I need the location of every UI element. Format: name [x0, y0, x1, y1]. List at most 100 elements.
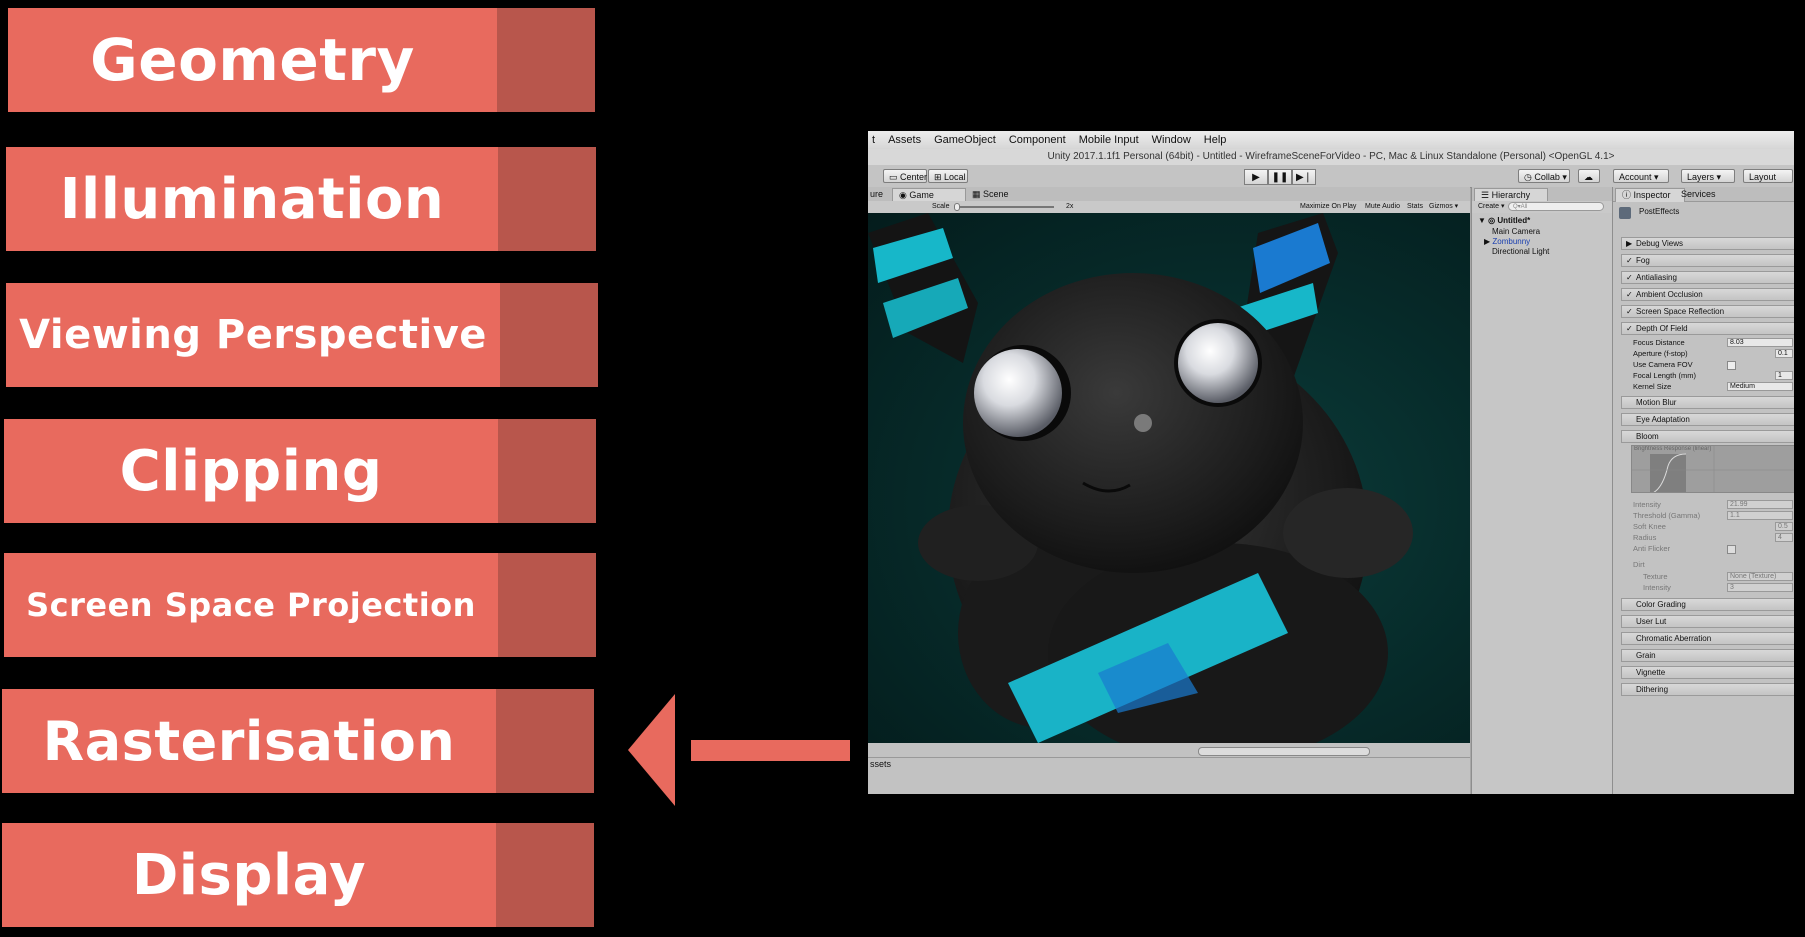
pause-button[interactable]: ❚❚ [1268, 169, 1292, 185]
checkbox[interactable]: ✓ [1626, 306, 1636, 317]
stage-label: Geometry [90, 26, 415, 94]
checkbox[interactable]: ✓ [1626, 272, 1636, 283]
cloud-button[interactable]: ☁ [1578, 169, 1600, 183]
step-button[interactable]: ▶❘ [1292, 169, 1316, 185]
hierarchy-search-row: Create ▾ Q▾All [1472, 201, 1612, 213]
prop-value-field[interactable]: 1.1 [1727, 511, 1793, 520]
tab-hierarchy-label: Hierarchy [1491, 190, 1531, 200]
bloom-curve [1632, 446, 1794, 492]
menu-help[interactable]: Help [1204, 134, 1227, 146]
scene-row[interactable]: ▼ ◎ Untitled* [1478, 215, 1530, 226]
create-dropdown[interactable]: Create ▾ [1478, 201, 1504, 213]
prop-value-field[interactable]: 4 [1775, 533, 1793, 542]
tab-services[interactable]: Services [1675, 188, 1722, 201]
effect-ssr[interactable]: ✓ Screen Space Reflection [1621, 305, 1794, 318]
effect-label: Screen Space Reflection [1636, 307, 1725, 316]
effect-debug-views[interactable]: ▶ Debug Views [1621, 237, 1794, 250]
effect-bloom[interactable]: Bloom [1621, 430, 1794, 443]
game-panel: ure ◉ Game ▦ Scene Scale 2x Maximize On … [868, 187, 1470, 794]
menu-assets[interactable]: Assets [888, 134, 921, 146]
menu-window[interactable]: Window [1152, 134, 1191, 146]
stage-rasterisation: Rasterisation [2, 689, 594, 793]
checkbox[interactable] [1727, 545, 1736, 554]
scale-slider-thumb[interactable] [954, 203, 960, 211]
inspector-panel: ⓘ Inspector Services PostEffects ▶ Debug … [1612, 187, 1794, 794]
effect-eye-adaptation[interactable]: Eye Adaptation [1621, 413, 1794, 426]
menu-gameobject[interactable]: GameObject [934, 134, 996, 146]
account-dropdown[interactable]: Account ▾ [1613, 169, 1669, 183]
effect-fog[interactable]: ✓ Fog [1621, 254, 1794, 267]
info-icon: ⓘ [1622, 190, 1634, 200]
play-icon: ▶ [1252, 171, 1260, 183]
dof-prop: Focal Length (mm) 1 [1633, 370, 1794, 381]
stage-shade [500, 283, 598, 387]
checkbox[interactable]: ✓ [1626, 323, 1636, 334]
layout-dropdown[interactable]: Layout [1743, 169, 1793, 183]
prop-value-field[interactable]: 0.1 [1775, 349, 1793, 358]
effect-dithering[interactable]: Dithering [1621, 683, 1794, 696]
dof-prop: Aperture (f-stop) 0.1 [1633, 348, 1794, 359]
pivot-icon: ▭ [889, 172, 901, 182]
checkbox[interactable]: ✓ [1626, 255, 1636, 266]
horizontal-scrollbar[interactable] [1198, 747, 1370, 756]
stage-display: Display [2, 823, 594, 927]
pivot-center-button[interactable]: ▭ Center [883, 169, 927, 183]
hierarchy-item-label: Zombunny [1492, 237, 1531, 246]
zombunny-render [868, 213, 1413, 743]
tab-scene[interactable]: ▦ Scene [966, 188, 1015, 201]
stage-label: Clipping [119, 438, 383, 504]
prop-value-field[interactable]: 1 [1775, 371, 1793, 380]
scale-label: Scale [932, 203, 950, 210]
tab-hierarchy[interactable]: ☰ Hierarchy [1474, 188, 1548, 202]
prop-value-field[interactable]: None (Texture) [1727, 572, 1793, 581]
bloom-prop: Soft Knee 0.5 [1633, 521, 1794, 532]
bloom-prop: Threshold (Gamma) 1.1 [1633, 510, 1794, 521]
effect-chromatic-aberration[interactable]: Chromatic Aberration [1621, 632, 1794, 645]
stage-label: Display [131, 842, 367, 908]
menu-mobile-input[interactable]: Mobile Input [1079, 134, 1139, 146]
game-icon: ◉ [899, 190, 910, 200]
menu-component[interactable]: Component [1009, 134, 1066, 146]
effect-depth-of-field[interactable]: ✓ Depth Of Field [1621, 322, 1794, 335]
gizmos-dropdown[interactable]: Gizmos ▾ [1429, 201, 1458, 213]
prop-value-field[interactable]: 8.03 [1727, 338, 1793, 347]
layers-dropdown[interactable]: Layers ▾ [1681, 169, 1735, 183]
scale-slider[interactable] [954, 206, 1054, 208]
postfx-component-icon [1619, 207, 1631, 219]
toolbar: ▭ Center ⊞ Local ▶ ❚❚ ▶❘ ◷ Collab ▾ ☁ Ac… [868, 165, 1794, 188]
hierarchy-item[interactable]: Directional Light [1492, 246, 1549, 257]
effect-label: User Lut [1636, 617, 1667, 626]
tab-game[interactable]: ◉ Game [892, 188, 966, 202]
dof-prop: Kernel Size Medium [1633, 381, 1794, 392]
stage-shade [498, 147, 596, 251]
hierarchy-search-input[interactable]: Q▾All [1508, 202, 1604, 211]
pivot-local-button[interactable]: ⊞ Local [928, 169, 968, 183]
prop-value-dropdown[interactable]: Medium [1727, 382, 1793, 391]
effect-label: Vignette [1636, 668, 1666, 677]
hierarchy-icon: ☰ [1481, 190, 1492, 200]
checkbox[interactable] [1727, 361, 1736, 370]
effect-ambient-occlusion[interactable]: ✓ Ambient Occlusion [1621, 288, 1794, 301]
hierarchy-panel: ☰ Hierarchy Create ▾ Q▾All ▼ ◎ Untitled*… [1471, 187, 1612, 794]
play-button[interactable]: ▶ [1244, 169, 1268, 185]
effect-motion-blur[interactable]: Motion Blur [1621, 396, 1794, 409]
game-viewport[interactable] [868, 213, 1470, 743]
prop-value-field[interactable]: 3 [1727, 583, 1793, 592]
maximize-on-play-toggle[interactable]: Maximize On Play [1300, 201, 1356, 213]
menu-item[interactable]: t [872, 134, 875, 146]
effect-antialiasing[interactable]: ✓ Antialiasing [1621, 271, 1794, 284]
tab-partial[interactable]: ure [868, 188, 889, 201]
effect-label: Chromatic Aberration [1636, 634, 1712, 643]
effect-grain[interactable]: Grain [1621, 649, 1794, 662]
effect-vignette[interactable]: Vignette [1621, 666, 1794, 679]
stats-toggle[interactable]: Stats [1407, 201, 1423, 213]
collab-button[interactable]: ◷ Collab ▾ [1518, 169, 1570, 183]
checkbox[interactable]: ✓ [1626, 289, 1636, 300]
unity-logo-icon: ◎ [1488, 216, 1498, 225]
effect-user-lut[interactable]: User Lut [1621, 615, 1794, 628]
stage-clipping: Clipping [4, 419, 596, 523]
mute-audio-toggle[interactable]: Mute Audio [1365, 201, 1400, 213]
prop-value-field[interactable]: 21.99 [1727, 500, 1793, 509]
prop-value-field[interactable]: 0.5 [1775, 522, 1793, 531]
effect-color-grading[interactable]: Color Grading [1621, 598, 1794, 611]
